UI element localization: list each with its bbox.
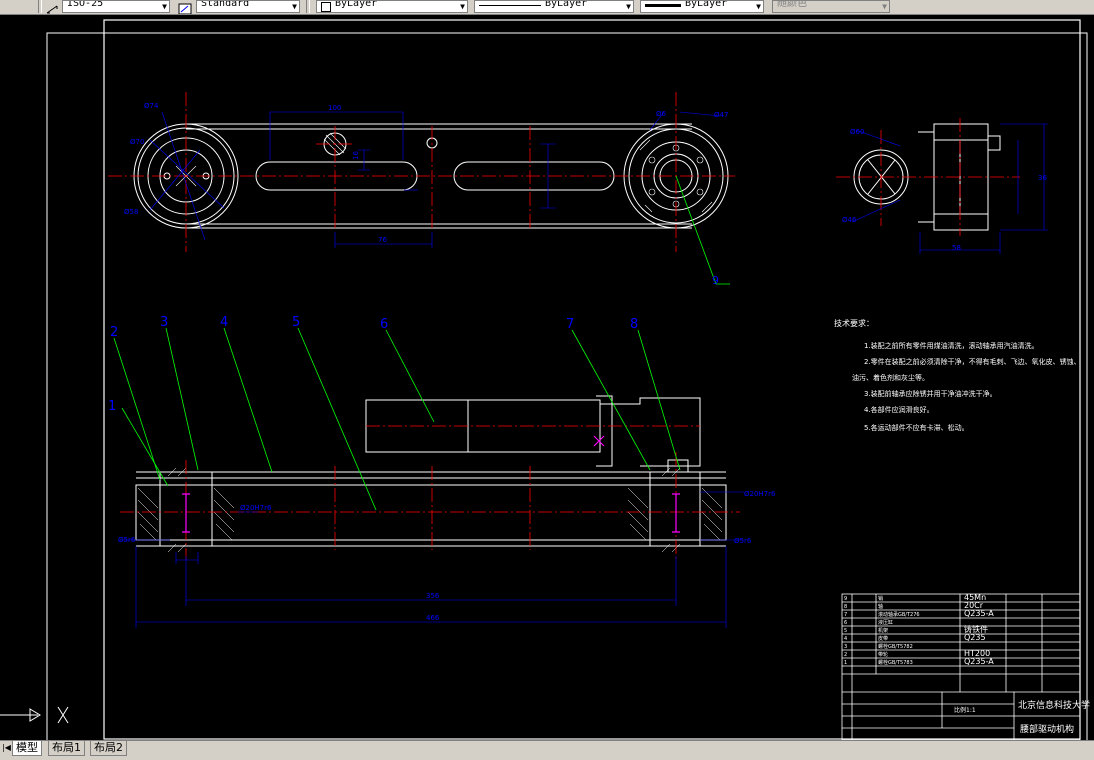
balloon-8: 8 bbox=[630, 317, 638, 332]
plotstyle-dropdown: 随颜色 ▼ bbox=[772, 0, 890, 13]
balloon-2: 2 bbox=[110, 325, 118, 340]
bom-row-name: 带轮 bbox=[878, 651, 888, 658]
bom-row-name: 皮带 bbox=[878, 635, 888, 642]
lineweight-dropdown[interactable]: ByLayer ▼ bbox=[640, 0, 764, 13]
tab-layout1[interactable]: 布局1 bbox=[48, 741, 85, 756]
balloon-4: 4 bbox=[220, 315, 228, 330]
note-line-2: 2.零件在装配之前必须清除干净，不得有毛刺、飞边、氧化皮、锈蚀、 bbox=[864, 357, 1081, 366]
dim-76-label: 76 bbox=[378, 236, 387, 244]
technical-notes: 技术要求： 1.装配之前所有零件用煤油清洗，滚动轴承用汽油清洗。 2.零件在装配… bbox=[834, 318, 1081, 432]
chevron-down-icon: ▼ bbox=[460, 2, 465, 11]
balloon-6: 6 bbox=[380, 317, 388, 332]
dim-d70-label: Ø70 bbox=[130, 138, 144, 146]
tab-first-icon[interactable]: |◀ bbox=[2, 743, 11, 752]
title-block-drawing-name: 腰部驱动机构 bbox=[1020, 723, 1074, 735]
chevron-down-icon: ▼ bbox=[756, 2, 761, 11]
bom-row-number: 7 bbox=[844, 612, 847, 618]
balloon-9: 9 bbox=[712, 274, 719, 287]
tab-layout2[interactable]: 布局2 bbox=[90, 741, 127, 756]
side-view bbox=[836, 118, 1048, 254]
bom-row-name: 螺栓GB/T5782 bbox=[878, 643, 913, 650]
layer-color-dropdown[interactable]: ByLayer ▼ bbox=[316, 0, 468, 13]
textstyle-dropdown[interactable]: Standard ▼ bbox=[196, 0, 300, 13]
tab-model[interactable]: 模型 bbox=[12, 741, 42, 756]
dimstyle-icon[interactable] bbox=[45, 0, 59, 14]
note-line-4: 3.装配前轴承应除锈并用干净油冲洗干净。 bbox=[864, 389, 997, 398]
lineweight-value: ByLayer bbox=[685, 0, 728, 9]
ucs-icon bbox=[0, 706, 69, 724]
linetype-preview bbox=[479, 5, 541, 6]
textstyle-value: Standard bbox=[201, 0, 250, 9]
properties-toolbar: ISO-25 ▼ Standard ▼ ByLayer ▼ ByLayer ▼ … bbox=[0, 0, 1094, 15]
textstyle-icon[interactable] bbox=[178, 0, 192, 14]
chevron-down-icon: ▼ bbox=[882, 2, 887, 11]
dim-d6-label: Ø6 bbox=[656, 110, 667, 118]
bom-row-name: 机架 bbox=[878, 627, 888, 634]
lineweight-preview bbox=[645, 4, 681, 7]
drawing-canvas[interactable]: Ø74 Ø70 Ø58 100 16 Ø6 Ø47 76 9 Ø60 Ø46 3… bbox=[0, 14, 1094, 742]
bom-row-number: 1 bbox=[844, 660, 847, 666]
bom-row-name: 轴 bbox=[878, 603, 883, 610]
dim-d20h7r6-right-label: Ø20H7r6 bbox=[744, 490, 776, 498]
dim-d58-label: Ø58 bbox=[124, 208, 138, 216]
bom-row-name: 销 bbox=[878, 595, 883, 602]
bom-row-number: 3 bbox=[844, 644, 847, 650]
balloon-5: 5 bbox=[292, 315, 300, 330]
bom-row-name: 滚动轴承GB/T276 bbox=[878, 611, 920, 618]
layer-color-value: ByLayer bbox=[335, 0, 378, 9]
note-line-6: 5.各运动部件不应有卡滞、松动。 bbox=[864, 423, 969, 432]
section-view bbox=[113, 327, 744, 628]
bom-row-number: 8 bbox=[844, 604, 847, 610]
plotstyle-value: 随颜色 bbox=[777, 0, 807, 9]
dim-d5r6-right-label: Ø5r6 bbox=[734, 537, 752, 545]
bom-row-material: Q235 bbox=[964, 633, 986, 642]
dim-d74-label: Ø74 bbox=[144, 102, 159, 110]
dim-d5r6-left-label: Ø5r6 bbox=[118, 536, 136, 544]
bom-row-name: 液压缸 bbox=[878, 619, 893, 626]
dim-100-label: 100 bbox=[328, 104, 341, 112]
dim-58-label: 58 bbox=[952, 244, 961, 252]
bom-row-number: 5 bbox=[844, 628, 847, 634]
dim-16-label: 16 bbox=[352, 151, 360, 160]
linetype-dropdown[interactable]: ByLayer ▼ bbox=[474, 0, 634, 13]
bom-row-number: 2 bbox=[844, 652, 847, 658]
dim-d20h7r6-left-label: Ø20H7r6 bbox=[240, 504, 272, 512]
color-swatch-icon bbox=[321, 2, 331, 12]
bom-table: 9 销 45Mn8 轴 20Cr7 滚动轴承GB/T276 Q235-A6 液压缸5 机架 铸铁件… bbox=[844, 593, 994, 666]
dim-356-label: 356 bbox=[426, 592, 440, 600]
note-line-1: 1.装配之前所有零件用煤油清洗，滚动轴承用汽油清洗。 bbox=[864, 341, 1039, 350]
dim-d46-label: Ø46 bbox=[842, 216, 857, 224]
bom-row-number: 6 bbox=[844, 620, 847, 626]
dim-36-label: 36 bbox=[1038, 174, 1047, 182]
toolbar-separator bbox=[306, 0, 310, 13]
linetype-value: ByLayer bbox=[545, 0, 588, 9]
bom-row-material: Q235-A bbox=[964, 609, 994, 618]
note-line-5: 4.各部件应润滑良好。 bbox=[864, 405, 934, 414]
dimstyle-dropdown[interactable]: ISO-25 ▼ bbox=[62, 0, 170, 13]
title-block-scale: 比例1:1 bbox=[954, 706, 976, 714]
chevron-down-icon: ▼ bbox=[626, 2, 631, 11]
top-view bbox=[108, 92, 735, 285]
bom-row-number: 9 bbox=[844, 596, 847, 602]
bom-row-material: Q235-A bbox=[964, 657, 994, 666]
layout-tab-bar: |◀ 模型 布局1 布局2 bbox=[0, 740, 1094, 760]
dim-d47-label: Ø47 bbox=[714, 111, 728, 119]
note-line-3: 油污、着色剂和灰尘等。 bbox=[852, 373, 929, 382]
dim-466-label: 466 bbox=[426, 614, 440, 622]
toolbar-separator bbox=[38, 0, 42, 13]
bom-row-name: 螺栓GB/T5783 bbox=[878, 659, 913, 666]
bom-row-number: 4 bbox=[844, 636, 847, 642]
dim-d60-label: Ø60 bbox=[850, 128, 864, 136]
balloon-1: 1 bbox=[108, 399, 116, 414]
balloon-3: 3 bbox=[160, 315, 168, 330]
balloon-7: 7 bbox=[566, 317, 574, 332]
chevron-down-icon: ▼ bbox=[292, 2, 297, 11]
dimstyle-value: ISO-25 bbox=[67, 0, 104, 9]
chevron-down-icon: ▼ bbox=[162, 2, 167, 11]
title-block-university: 北京信息科技大学 bbox=[1018, 699, 1090, 711]
notes-title: 技术要求： bbox=[834, 318, 874, 328]
